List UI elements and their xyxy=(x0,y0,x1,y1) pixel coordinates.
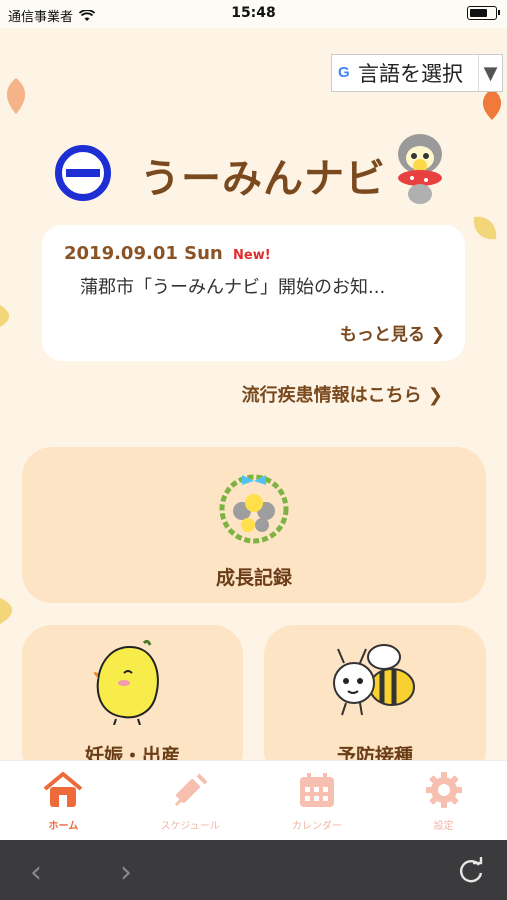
vaccination-tile[interactable]: 予防接種 xyxy=(264,625,486,760)
news-card[interactable]: 2019.09.01 Sun New! 蒲郡市「うーみんナビ」開始のお知... … xyxy=(42,225,465,361)
back-arrow-icon[interactable]: ‹ xyxy=(30,855,42,890)
news-date: 2019.09.01 Sun New! xyxy=(64,243,271,264)
mascot-icon xyxy=(398,134,442,204)
disease-info-label: 流行疾患情報はこちら xyxy=(241,385,422,406)
vaccination-label: 予防接種 xyxy=(336,745,413,760)
tab-settings[interactable]: 設定 xyxy=(380,761,507,840)
pregnancy-tile[interactable]: 妊娠・出産 xyxy=(22,625,243,760)
bottom-tab-bar: ホーム スケジュール カレンダー 設定 xyxy=(0,760,507,840)
growth-wreath-icon xyxy=(219,474,289,544)
bee-icon xyxy=(333,644,415,716)
autumn-leaf-icon xyxy=(0,305,10,327)
pregnancy-label: 妊娠・出産 xyxy=(84,745,180,760)
syringe-icon xyxy=(175,773,208,807)
news-headline[interactable]: 蒲郡市「うーみんナビ」開始のお知... xyxy=(80,273,440,299)
chevron-right-icon: ❯ xyxy=(427,385,443,406)
tab-calendar[interactable]: カレンダー xyxy=(254,761,381,840)
tab-settings-label: 設定 xyxy=(433,821,454,832)
browser-toolbar: ‹ › xyxy=(0,840,507,900)
reload-icon[interactable] xyxy=(457,857,485,885)
tab-schedule-label: スケジュール xyxy=(160,821,220,832)
google-icon: G xyxy=(338,64,350,81)
news-date-text: 2019.09.01 Sun xyxy=(64,243,223,264)
tab-home-label: ホーム xyxy=(48,821,79,832)
dropdown-arrow-icon: ▼ xyxy=(478,55,502,91)
calendar-icon xyxy=(299,773,334,807)
autumn-leaf-icon xyxy=(473,216,497,240)
tab-calendar-label: カレンダー xyxy=(291,821,342,832)
forward-arrow-icon[interactable]: › xyxy=(120,855,132,890)
autumn-leaf-icon xyxy=(6,78,26,114)
new-badge: New! xyxy=(233,248,271,263)
home-icon xyxy=(44,772,83,807)
language-selector-label: 言語を選択 xyxy=(358,62,463,86)
growth-record-label: 成長記録 xyxy=(215,567,292,589)
growth-record-tile[interactable]: 成長記録 xyxy=(22,447,486,603)
language-selector[interactable]: G 言語を選択 ▼ xyxy=(331,54,503,92)
battery-icon xyxy=(467,6,500,20)
chick-icon xyxy=(94,639,159,725)
more-news-label: もっと見る xyxy=(339,325,425,345)
app-header: うーみんナビ xyxy=(55,118,455,218)
gear-icon xyxy=(425,772,462,808)
tab-schedule[interactable]: スケジュール xyxy=(127,761,254,840)
autumn-leaf-icon xyxy=(0,598,13,624)
home-screen: G 言語を選択 ▼ うーみんナビ 2019.09.01 Sun New! 蒲郡市… xyxy=(0,28,507,760)
chevron-right-icon: ❯ xyxy=(430,325,445,345)
app-title: うーみんナビ xyxy=(140,156,386,202)
city-logo xyxy=(55,145,111,201)
disease-info-link[interactable]: 流行疾患情報はこちら ❯ xyxy=(242,381,443,407)
tab-home[interactable]: ホーム xyxy=(0,761,127,840)
clock: 15:48 xyxy=(231,5,276,21)
status-bar: 通信事業者 15:48 xyxy=(0,0,507,28)
more-news-link[interactable]: もっと見る ❯ xyxy=(340,320,445,345)
